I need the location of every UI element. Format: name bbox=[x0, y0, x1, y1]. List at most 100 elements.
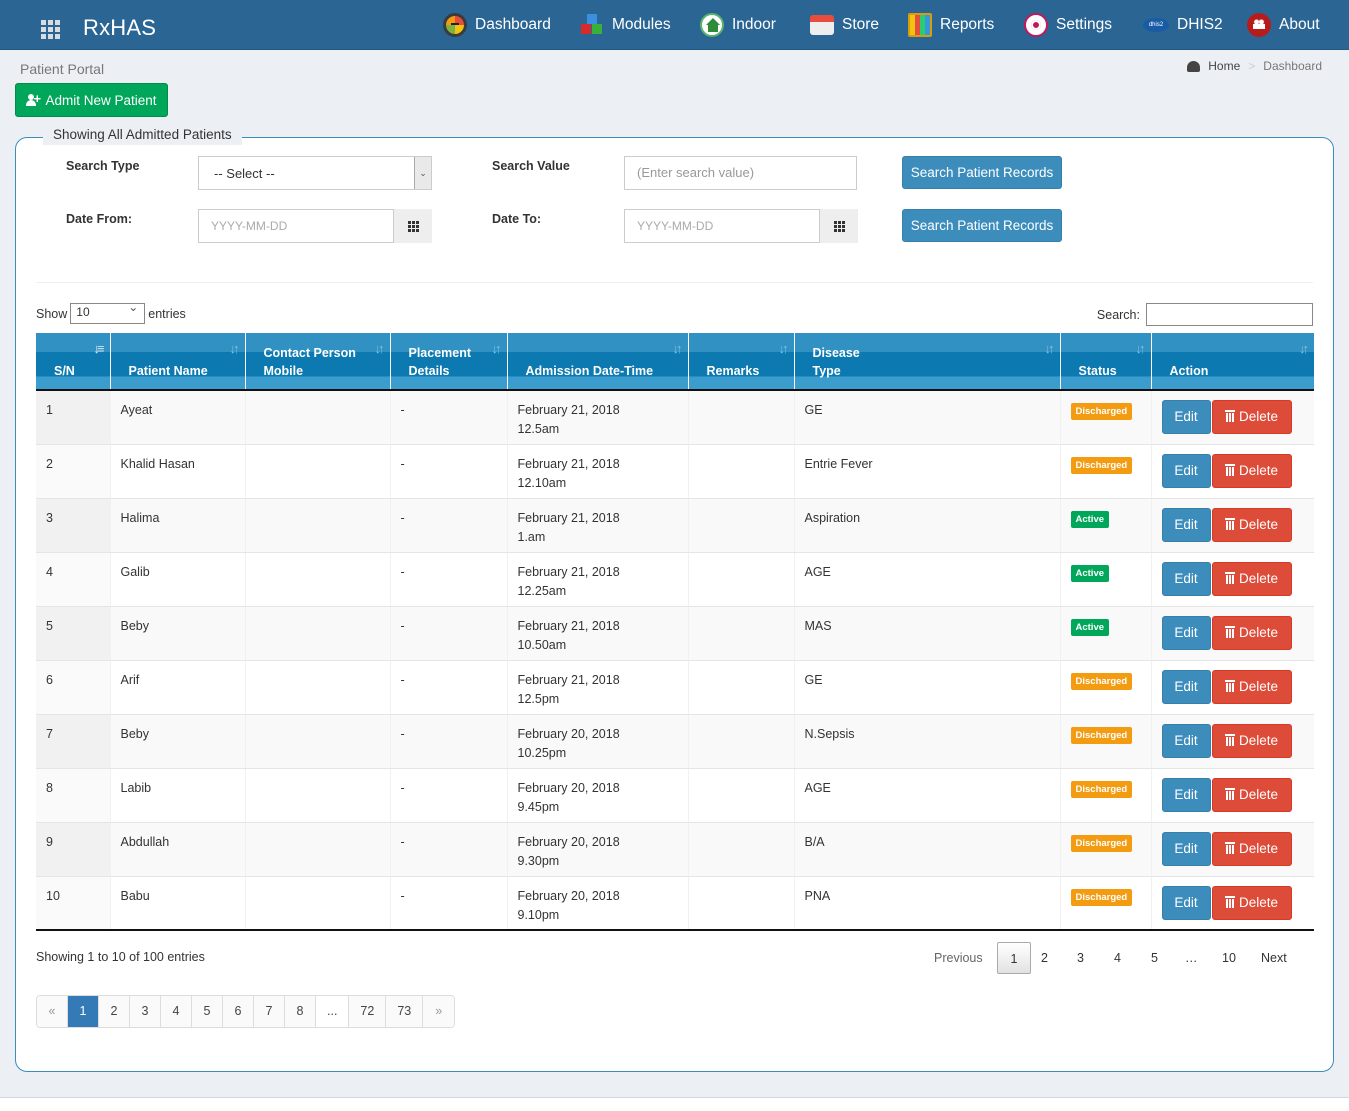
nav-dhis2[interactable]: dhis2 DHIS2 bbox=[1143, 12, 1223, 38]
date-from-picker-button[interactable] bbox=[394, 209, 432, 243]
edit-button[interactable]: Edit bbox=[1161, 507, 1211, 542]
breadcrumb-home-link[interactable]: Home bbox=[1208, 59, 1240, 73]
date-to-picker-button[interactable] bbox=[820, 209, 858, 243]
cell-patient-name: Beby bbox=[110, 606, 246, 661]
cell-action: Edit Delete bbox=[1151, 876, 1314, 931]
cell-patient-name: Labib bbox=[110, 768, 246, 823]
edit-button[interactable]: Edit bbox=[1161, 561, 1211, 596]
cell-contact bbox=[245, 876, 391, 931]
pager-page-button[interactable]: 7 bbox=[254, 996, 285, 1027]
page-button[interactable]: 4 bbox=[1114, 942, 1121, 974]
nav-modules[interactable]: Modules bbox=[580, 12, 671, 38]
cell-disease: GE bbox=[794, 390, 1061, 445]
edit-button[interactable]: Edit bbox=[1161, 885, 1211, 920]
pager-page-button[interactable]: 72 bbox=[349, 996, 387, 1027]
column-header[interactable]: Contact Person Mobile ↓↑ bbox=[245, 333, 391, 391]
column-header[interactable]: Remarks ↓↑ bbox=[688, 333, 795, 391]
next-page-button[interactable]: Next bbox=[1261, 942, 1287, 974]
placement-details: - bbox=[400, 456, 405, 471]
nav-label: Store bbox=[842, 16, 880, 33]
page-button[interactable]: 1 bbox=[997, 942, 1031, 974]
delete-button[interactable]: Delete bbox=[1211, 453, 1292, 488]
nav-store[interactable]: Store bbox=[810, 12, 879, 38]
cell-patient-name: Babu bbox=[110, 876, 246, 931]
cell-sn: 1 bbox=[36, 390, 111, 445]
trash-icon bbox=[1224, 463, 1235, 476]
pager-page-button[interactable]: 73 bbox=[386, 996, 424, 1027]
admission-time: 12.5pm bbox=[517, 691, 560, 706]
placement-details: - bbox=[400, 510, 405, 525]
date-from-input[interactable]: YYYY-MM-DD bbox=[198, 209, 394, 243]
first-page-button[interactable]: « bbox=[37, 996, 68, 1027]
cell-status: Discharged bbox=[1060, 444, 1152, 499]
page-button[interactable]: 5 bbox=[1151, 942, 1158, 974]
column-header[interactable]: Patient Name ↓↑ bbox=[110, 333, 246, 391]
pager-page-button[interactable]: 6 bbox=[223, 996, 254, 1027]
cell-action: Edit Delete bbox=[1151, 444, 1314, 499]
nav-indoor[interactable]: Indoor bbox=[700, 12, 776, 38]
pager-page-button[interactable]: 5 bbox=[192, 996, 223, 1027]
column-header[interactable]: Admission Date-Time ↓↑ bbox=[507, 333, 689, 391]
admit-new-patient-button[interactable]: Admit New Patient bbox=[15, 83, 168, 117]
table-search-input[interactable] bbox=[1146, 303, 1313, 326]
pager-page-button[interactable]: 4 bbox=[161, 996, 192, 1027]
delete-button[interactable]: Delete bbox=[1211, 831, 1292, 866]
page-button[interactable]: 10 bbox=[1222, 942, 1236, 974]
nav-dashboard[interactable]: Dashboard bbox=[443, 12, 551, 38]
column-header[interactable]: S/N ↓≡ bbox=[36, 333, 111, 391]
pager-page-button[interactable]: 3 bbox=[130, 996, 161, 1027]
delete-button[interactable]: Delete bbox=[1211, 669, 1292, 704]
last-page-button[interactable]: » bbox=[423, 996, 455, 1027]
search-patient-records-button[interactable]: Search Patient Records bbox=[902, 156, 1062, 189]
page-button[interactable]: 3 bbox=[1077, 942, 1084, 974]
edit-button[interactable]: Edit bbox=[1161, 615, 1211, 650]
column-header[interactable]: Disease Type ↓↑ bbox=[794, 333, 1061, 391]
previous-page-button[interactable]: Previous bbox=[934, 942, 983, 974]
patient-name: Abdullah bbox=[120, 834, 170, 849]
edit-button[interactable]: Edit bbox=[1161, 831, 1211, 866]
pager-page-button[interactable]: 2 bbox=[99, 996, 130, 1027]
edit-button[interactable]: Edit bbox=[1161, 669, 1211, 704]
column-header[interactable]: Status ↓↑ bbox=[1060, 333, 1152, 391]
entries-length-select[interactable]: 10 bbox=[70, 300, 146, 324]
trash-icon bbox=[1224, 787, 1235, 800]
disease-type: B/A bbox=[804, 834, 825, 849]
delete-button[interactable]: Delete bbox=[1211, 777, 1292, 812]
date-to-input[interactable]: YYYY-MM-DD bbox=[624, 209, 820, 243]
edit-button[interactable]: Edit bbox=[1161, 777, 1211, 812]
delete-button[interactable]: Delete bbox=[1211, 885, 1292, 920]
calendar-grid-icon bbox=[833, 220, 845, 232]
cell-contact bbox=[245, 714, 391, 769]
nav-label: DHIS2 bbox=[1177, 16, 1223, 33]
pager-page-button[interactable]: 8 bbox=[285, 996, 316, 1027]
search-value-input[interactable]: (Enter search value) bbox=[624, 156, 857, 190]
delete-button[interactable]: Delete bbox=[1211, 507, 1292, 542]
nav-about[interactable]: About bbox=[1247, 12, 1320, 38]
search-patient-records-button-dates[interactable]: Search Patient Records bbox=[902, 209, 1062, 242]
table-row: 3 Halima - February 21, 2018 1.am Aspiration A… bbox=[36, 498, 1314, 553]
cell-contact bbox=[245, 552, 391, 607]
nav-settings[interactable]: Settings bbox=[1024, 12, 1112, 38]
column-header-line2: Mobile bbox=[263, 364, 304, 378]
page-button[interactable]: 2 bbox=[1041, 942, 1048, 974]
nav-reports[interactable]: Reports bbox=[908, 12, 994, 38]
delete-button[interactable]: Delete bbox=[1211, 615, 1292, 650]
apps-grid-icon[interactable] bbox=[41, 20, 62, 39]
divider bbox=[36, 282, 1313, 283]
pager-page-button[interactable]: 1 bbox=[68, 996, 99, 1027]
about-users-icon bbox=[1247, 13, 1271, 37]
trash-icon bbox=[1224, 410, 1235, 422]
delete-button[interactable]: Delete bbox=[1211, 723, 1292, 758]
edit-button[interactable]: Edit bbox=[1161, 453, 1211, 488]
search-type-select[interactable]: -- Select -- ⌄ bbox=[198, 156, 432, 190]
edit-button[interactable]: Edit bbox=[1161, 723, 1211, 758]
delete-button[interactable]: Delete bbox=[1211, 400, 1292, 434]
edit-button[interactable]: Edit bbox=[1161, 400, 1211, 434]
cell-disease: GE bbox=[794, 660, 1061, 715]
column-header[interactable]: Action ↓↑ bbox=[1151, 333, 1314, 391]
column-header[interactable]: Placement Details ↓↑ bbox=[390, 333, 508, 391]
admission-time: 10.50am bbox=[517, 637, 567, 652]
brand-logo[interactable]: RxHAS bbox=[83, 15, 156, 41]
delete-button[interactable]: Delete bbox=[1211, 561, 1292, 596]
sort-both-icon: ↓↑ bbox=[1044, 341, 1055, 356]
